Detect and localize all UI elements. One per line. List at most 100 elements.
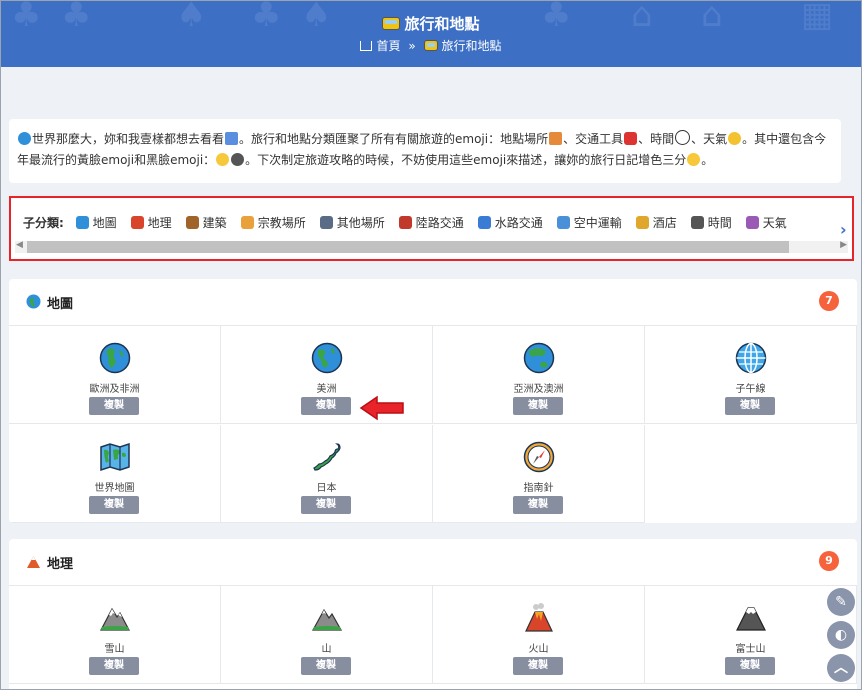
copy-button[interactable]: 複製 — [301, 496, 351, 514]
globe-asia-australia-icon — [523, 342, 555, 374]
emoji-label: 亞洲及澳洲 — [513, 384, 564, 395]
copy-button[interactable]: 複製 — [301, 397, 351, 415]
subcategory-item-label: 地理 — [147, 216, 172, 230]
subcategory-item-label: 地圖 — [92, 216, 117, 230]
copy-button[interactable]: 複製 — [513, 496, 563, 514]
breadcrumb-home[interactable]: 首頁 — [376, 39, 400, 53]
japan-map-icon — [313, 443, 341, 471]
yellow-face-icon — [216, 153, 230, 166]
subcategory-item[interactable]: 地圖 — [75, 214, 117, 231]
subcategory-item[interactable]: 水路交通 — [477, 214, 543, 231]
world-map-icon — [100, 442, 130, 472]
subcategory-item[interactable]: 地理 — [130, 214, 172, 231]
clock-icon — [675, 130, 691, 145]
back-to-top-button[interactable]: ︿ — [827, 654, 855, 682]
theme-fab-button[interactable]: ◐ — [827, 621, 855, 649]
horizontal-scrollbar[interactable]: ◀ ▶ — [15, 240, 848, 253]
subcategory-item[interactable]: 酒店 — [635, 214, 677, 231]
section-maps: 地圖 7 歐洲及非洲 複製 美洲 複製 亞洲及澳洲 複製 子午線 複製 世界地圖 複製 日本 複製 指南… — [9, 279, 857, 523]
subcategory-item[interactable]: 空中運輸 — [556, 214, 622, 231]
subcategory-item[interactable]: 其他場所 — [319, 214, 385, 231]
scroll-right-icon[interactable]: ▶ — [840, 240, 847, 250]
crescent-moon-icon — [728, 132, 742, 145]
emoji-cell: 指南針 複製 — [433, 425, 645, 523]
subcategory-item-label: 天氣 — [762, 216, 787, 230]
globe-americas-icon — [311, 342, 343, 374]
page-header: ♣ ♣ ♠ ♣ ♠ ♣ ⌂ ⌂ ▦ 旅行和地點 首頁 » 旅行和地點 — [1, 1, 861, 67]
emoji-cell: 世界地圖 複製 — [9, 425, 221, 523]
emoji-label: 火山 — [528, 644, 549, 655]
mountain-icon — [311, 608, 343, 631]
compass-icon — [523, 441, 555, 473]
subcategory-list: 子分類: 地圖 地理 建築 宗教場所 其他場所 陸路交通 水路交通 空中運輸 酒店 時間 天氣 — [23, 214, 801, 231]
section-title: 地圖 — [47, 297, 74, 312]
black-face-icon — [231, 153, 245, 166]
subcategory-bar: 子分類: 地圖 地理 建築 宗教場所 其他場所 陸路交通 水路交通 空中運輸 酒店 時間 天氣 › … — [9, 196, 854, 261]
breadcrumb: 首頁 » 旅行和地點 — [1, 37, 861, 54]
copy-button[interactable]: 複製 — [89, 496, 139, 514]
mount-fuji-icon — [736, 607, 766, 631]
scroll-right-arrow-icon[interactable]: › — [840, 220, 852, 239]
globe-meridians-icon — [735, 342, 767, 374]
emoji-cell: 亞洲及澳洲 複製 — [433, 326, 645, 424]
copy-button[interactable]: 複製 — [725, 397, 775, 415]
subcategory-item[interactable]: 時間 — [690, 214, 732, 231]
annotation-arrow-icon — [359, 395, 404, 421]
subcategory-label: 子分類: — [23, 216, 64, 230]
emoji-cell: 日本 複製 — [221, 425, 433, 523]
edit-fab-button[interactable]: ✎ — [827, 588, 855, 616]
scroll-left-icon[interactable]: ◀ — [16, 240, 23, 250]
section-header: 地理 9 — [9, 539, 857, 586]
subcategory-icon — [635, 216, 649, 229]
bus-icon — [382, 17, 401, 30]
emoji-cell: 歐洲及非洲 複製 — [9, 326, 221, 424]
bus-icon — [423, 40, 438, 51]
copy-button[interactable]: 複製 — [513, 657, 563, 675]
subcategory-item[interactable]: 宗教場所 — [240, 214, 306, 231]
count-badge: 9 — [819, 551, 839, 571]
globe-icon — [26, 294, 41, 313]
subcategory-item-label: 建築 — [202, 216, 227, 230]
section-title: 地理 — [47, 557, 74, 572]
subcategory-item-label: 宗教場所 — [257, 216, 306, 230]
copy-button[interactable]: 複製 — [513, 397, 563, 415]
subcategory-item[interactable]: 陸路交通 — [398, 214, 464, 231]
subcategory-item-label: 空中運輸 — [573, 216, 622, 230]
emoji-label: 山 — [321, 644, 332, 655]
subcategory-item-label: 酒店 — [652, 216, 677, 230]
copy-button[interactable]: 複製 — [301, 657, 351, 675]
subcategory-item-label: 水路交通 — [494, 216, 543, 230]
subcategory-icon — [690, 216, 704, 229]
subcategory-icon — [185, 216, 199, 229]
car-icon — [624, 132, 638, 145]
globe-icon — [18, 132, 31, 145]
subcategory-item-label: 其他場所 — [336, 216, 385, 230]
breadcrumb-current: 旅行和地點 — [441, 39, 502, 53]
section-header: 地圖 7 — [9, 279, 857, 326]
building-icon — [549, 132, 563, 145]
subcategory-icon — [745, 216, 759, 229]
count-badge: 7 — [819, 291, 839, 311]
subcategory-icon — [319, 216, 333, 229]
subcategory-item[interactable]: 建築 — [185, 214, 227, 231]
volcano-icon — [26, 554, 41, 573]
emoji-cell: 富士山 複製 — [645, 586, 857, 684]
emoji-label: 美洲 — [316, 384, 337, 395]
snow-mountain-icon — [100, 607, 130, 631]
volcano-icon — [525, 603, 553, 632]
subcategory-item[interactable]: 天氣 — [745, 214, 787, 231]
emoji-label: 歐洲及非洲 — [89, 384, 140, 395]
smiling-face-icon — [687, 153, 701, 166]
emoji-label: 日本 — [316, 483, 337, 494]
copy-button[interactable]: 複製 — [725, 657, 775, 675]
copy-button[interactable]: 複製 — [89, 657, 139, 675]
subcategory-item-label: 陸路交通 — [415, 216, 464, 230]
section-geography: 地理 9 雪山 複製山複製 火山 複製 富士山 複製 — [9, 539, 857, 689]
subcategory-icon — [130, 216, 144, 229]
subcategory-icon — [75, 216, 89, 229]
copy-button[interactable]: 複製 — [89, 397, 139, 415]
page-title: 旅行和地點 — [1, 13, 861, 34]
scrollbar-thumb[interactable] — [27, 241, 789, 253]
emoji-label: 富士山 — [735, 644, 766, 655]
subcategory-icon — [398, 216, 412, 229]
